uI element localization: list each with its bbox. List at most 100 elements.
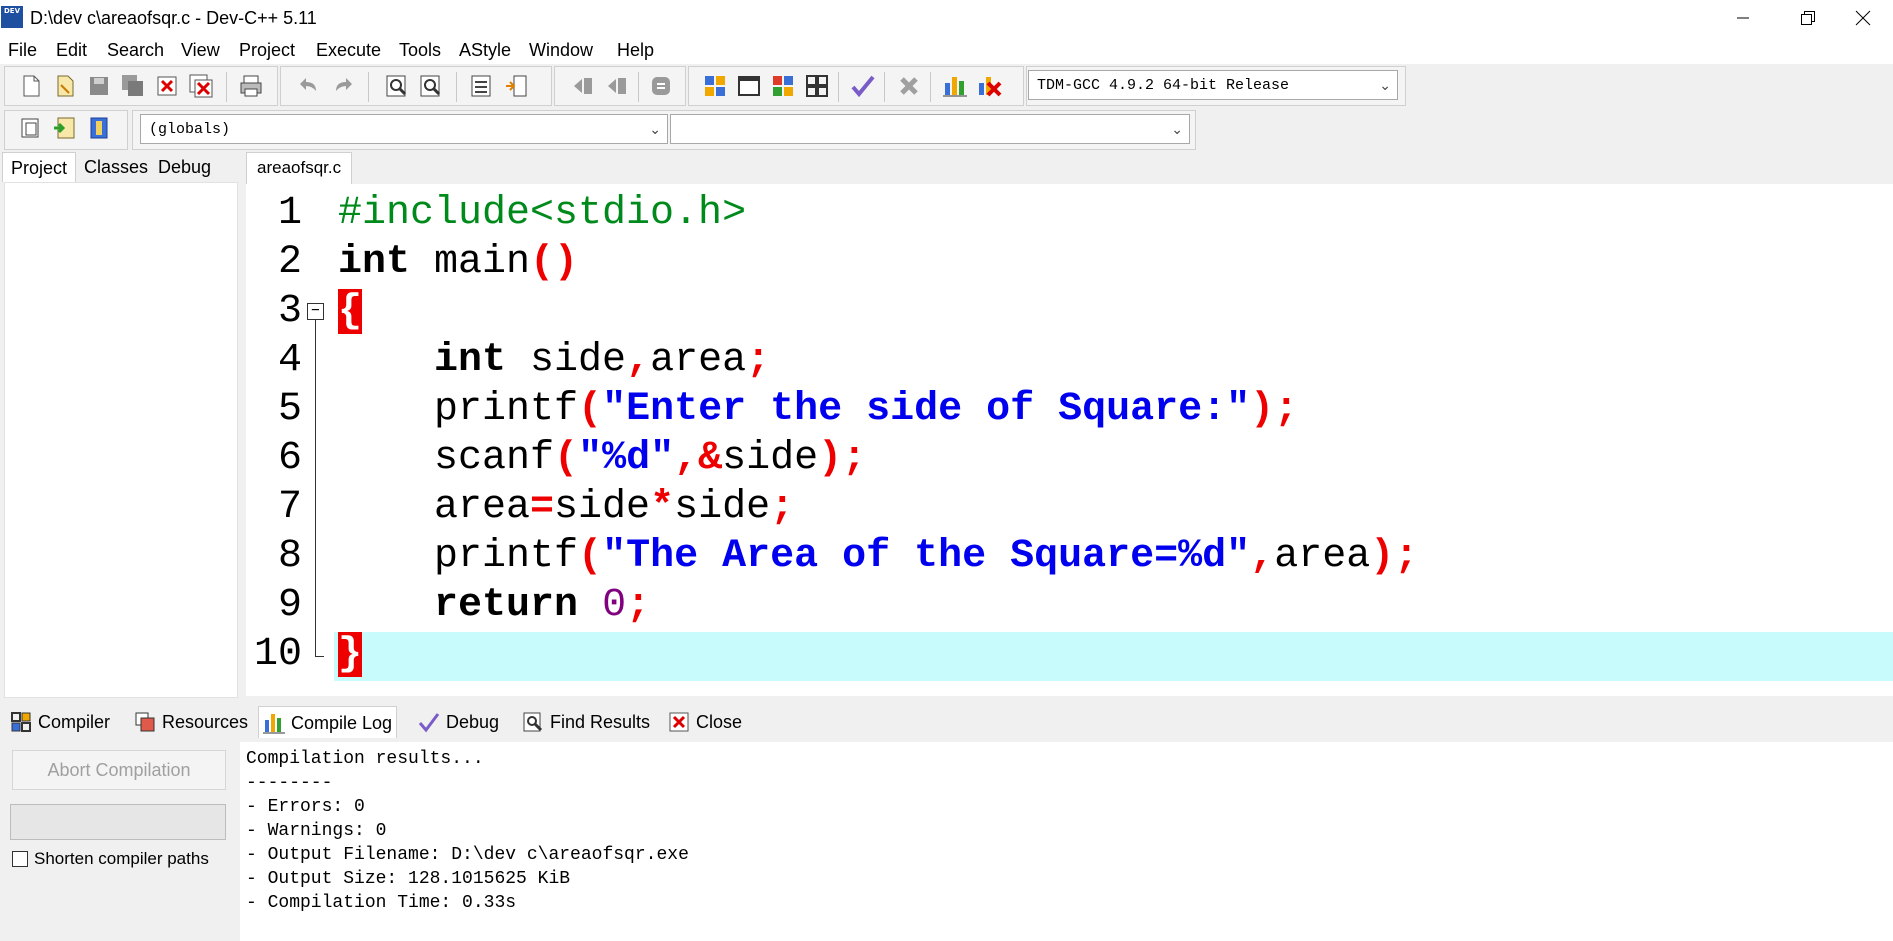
undo-icon[interactable] (296, 73, 322, 99)
tab-debug[interactable]: Debug (150, 152, 222, 182)
restore-icon[interactable] (1778, 0, 1838, 36)
tab-compiler[interactable]: Compiler (6, 706, 114, 738)
scope-select-value: (globals) (149, 121, 231, 138)
code-line-6: scanf("%d",&side); (338, 436, 867, 481)
code-line-1-text: #include<stdio.h> (338, 191, 747, 236)
compiler-select[interactable]: TDM-GCC 4.9.2 64-bit Release ⌄ (1028, 70, 1398, 100)
menu-edit[interactable]: Edit (56, 40, 87, 61)
class-toolbar: (globals) ⌄ ⌄ (4, 110, 1196, 150)
find-icon[interactable] (384, 73, 410, 99)
menu-file[interactable]: File (8, 40, 37, 61)
code-line-5: printf("Enter the side of Square:"); (338, 387, 1299, 432)
compiler-icon (10, 711, 32, 733)
tab-find-results-label: Find Results (550, 712, 651, 732)
tab-close-label: Close (696, 712, 743, 732)
chart-bars-icon (263, 712, 285, 734)
line-number-gutter: 1 2 3 4 5 6 7 8 9 10 − (246, 184, 332, 696)
tab-compile-log[interactable]: Compile Log (258, 706, 398, 738)
code-line-8: printf("The Area of the Square=%d",area)… (338, 534, 1419, 579)
compile-log-output[interactable]: Compilation results... -------- - Errors… (240, 742, 1893, 941)
fold-toggle-icon[interactable]: − (307, 303, 324, 320)
code-editor[interactable]: 1 2 3 4 5 6 7 8 9 10 − #include<stdio.h>… (246, 184, 1893, 696)
redo-icon[interactable] (330, 73, 356, 99)
close-panel-icon (668, 711, 690, 733)
log-line: - Compilation Time: 0.33s (246, 893, 517, 913)
menu-execute[interactable]: Execute (316, 40, 381, 61)
line-number: 1 (277, 191, 302, 236)
resources-icon (134, 711, 156, 733)
tab-find-results[interactable]: Find Results (518, 706, 654, 738)
chevron-down-icon: ⌄ (1379, 78, 1391, 94)
goto-line-icon[interactable] (468, 73, 494, 99)
indent-icon[interactable] (570, 73, 596, 99)
chevron-down-icon: ⌄ (1171, 122, 1183, 138)
tab-debug-output-label: Debug (446, 712, 500, 732)
line-number: 6 (277, 436, 302, 481)
rebuild-all-icon[interactable] (804, 73, 830, 99)
compiler-controls: Abort Compilation Shorten compiler paths (0, 740, 238, 941)
print-icon[interactable] (238, 73, 264, 99)
tab-compiler-label: Compiler (38, 712, 111, 732)
save-icon[interactable] (86, 73, 112, 99)
current-line-highlight (334, 632, 1893, 681)
menu-tools[interactable]: Tools (399, 40, 441, 61)
scope-select[interactable]: (globals) ⌄ (140, 114, 668, 144)
open-file-icon[interactable] (52, 73, 78, 99)
toggle-bookmark-icon[interactable] (504, 73, 530, 99)
syntax-check-icon[interactable] (850, 73, 876, 99)
line-number: 9 (277, 583, 302, 628)
menu-window[interactable]: Window (529, 40, 593, 61)
main-toolbar: TDM-GCC 4.9.2 64-bit Release ⌄ (4, 64, 1406, 106)
tab-project[interactable]: Project (2, 152, 76, 182)
log-line: -------- (246, 773, 333, 793)
menu-project[interactable]: Project (239, 40, 295, 61)
code-line-7: area=side*side; (338, 485, 795, 530)
code-line-9: return 0; (434, 583, 651, 628)
replace-icon[interactable] (418, 73, 444, 99)
unindent-icon[interactable] (604, 73, 630, 99)
goto-declaration-icon[interactable] (52, 115, 78, 141)
delete-profile-icon[interactable] (976, 73, 1002, 99)
tab-resources-label: Resources (162, 712, 249, 732)
log-line: - Warnings: 0 (246, 821, 387, 841)
close-file-icon[interactable] (154, 73, 180, 99)
log-line: - Errors: 0 (246, 797, 365, 817)
window-title: D:\dev c\areaofsqr.c - Dev-C++ 5.11 (30, 8, 317, 28)
save-all-icon[interactable] (120, 73, 146, 99)
clean-icon[interactable] (896, 73, 922, 99)
code-line-1: #include<stdio.h> (338, 189, 746, 238)
run-icon[interactable] (736, 73, 762, 99)
insert-code-icon[interactable] (18, 115, 44, 141)
chevron-down-icon: ⌄ (649, 122, 661, 138)
menu-help[interactable]: Help (617, 40, 654, 61)
tab-classes[interactable]: Classes (76, 152, 150, 182)
editor-tab-areaofsqr[interactable]: areaofsqr.c (246, 152, 353, 184)
compile-run-icon[interactable] (770, 73, 796, 99)
code-line-4: int side,area; (434, 338, 771, 383)
bottom-panel-tabs: Compiler Resources Compile Log Debug Fin… (0, 704, 1893, 738)
minimize-icon[interactable] (1713, 0, 1773, 36)
line-number: 10 (253, 632, 302, 677)
profile-icon[interactable] (942, 73, 968, 99)
toggle-comment-icon[interactable] (648, 73, 674, 99)
new-file-icon[interactable] (18, 73, 44, 99)
check-icon (418, 711, 440, 733)
shorten-paths-checkbox[interactable] (12, 851, 28, 867)
code-line-2: int main() (338, 240, 579, 285)
project-browser[interactable] (4, 182, 238, 698)
close-icon[interactable] (1833, 0, 1893, 36)
goto-definition-icon[interactable] (86, 115, 112, 141)
abort-compilation-button[interactable]: Abort Compilation (12, 750, 226, 790)
tab-resources[interactable]: Resources (130, 706, 252, 738)
menu-view[interactable]: View (181, 40, 220, 61)
line-number: 3 (277, 289, 302, 334)
function-select[interactable]: ⌄ (670, 114, 1190, 144)
tab-close[interactable]: Close (664, 706, 746, 738)
close-all-icon[interactable] (188, 73, 214, 99)
left-panel-tabs: Project Classes Debug (0, 152, 244, 182)
compile-icon[interactable] (702, 73, 728, 99)
shorten-paths-label: Shorten compiler paths (34, 849, 209, 868)
menu-search[interactable]: Search (107, 40, 164, 61)
menu-astyle[interactable]: AStyle (459, 40, 511, 61)
tab-debug-output[interactable]: Debug (414, 706, 503, 738)
